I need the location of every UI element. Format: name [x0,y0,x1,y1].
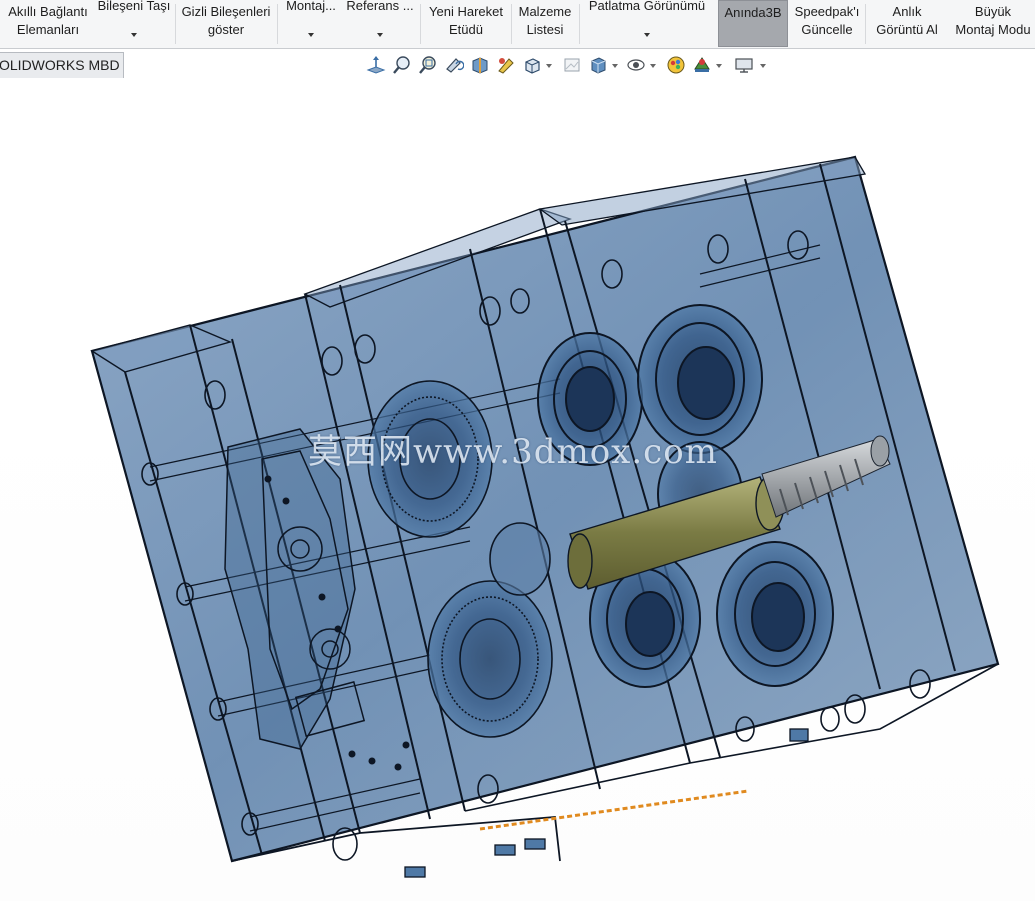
large-assembly-label: Büyük [974,4,1012,19]
heads-up-view-toolbar [364,55,774,77]
chevron-down-icon[interactable] [377,33,383,37]
smart-mates-button[interactable]: Akıllı Bağlantı Elemanları [0,0,96,47]
assembly-features-label: Montaj... [286,0,336,13]
chevron-down-icon[interactable] [760,64,766,68]
graphics-area[interactable]: 莫西网www.3dmox.com [0,49,1035,901]
snapshot-label: Anlık [892,4,922,19]
move-component-label: Bileşeni Taşı [97,0,171,13]
show-hidden-label: Gizli Bileşenleri [181,4,271,19]
previous-view-icon[interactable] [444,55,464,75]
new-motion-study-label-2: Etüdü [449,22,483,37]
move-component-button[interactable]: Bileşeni Taşı [96,0,172,47]
reference-geometry-label: Referans ... [346,0,414,13]
tab-solidworks-mbd[interactable]: OLIDWORKS MBD [0,52,124,78]
view-normal-to-icon[interactable] [366,55,386,75]
new-motion-study-button[interactable]: Yeni Hareket Etüdü [423,0,509,47]
bill-of-materials-label-2: Listesi [526,22,564,37]
ribbon-separator [579,4,580,44]
smart-mates-label-2: Elemanları [16,22,80,37]
snapshot-label-2: Görüntü Al [876,22,938,37]
new-motion-study-label: Yeni Hareket [429,4,503,19]
gearbox-assembly-model[interactable] [0,49,1035,901]
bill-of-materials-button[interactable]: Malzeme Listesi [513,0,577,47]
chevron-down-icon[interactable] [716,64,722,68]
watermark-text: 莫西网www.3dmox.com [308,432,718,472]
tab-mbd-label: OLIDWORKS MBD [0,57,120,73]
speedpak-label-2: Güncelle [801,22,853,37]
instant3d-button[interactable]: Anında3B [718,0,788,47]
chevron-down-icon[interactable] [650,64,656,68]
instant3d-label: Anında3B [724,5,782,20]
view-settings-icon[interactable] [692,55,712,75]
chevron-down-icon[interactable] [308,33,314,37]
chevron-down-icon[interactable] [644,33,650,37]
chevron-down-icon[interactable] [546,64,552,68]
show-hidden-components-button[interactable]: Gizli Bileşenleri göster [176,0,276,47]
ribbon-separator [277,4,278,44]
update-speedpak-button[interactable]: Speedpak'ı Güncelle [791,0,863,47]
zoom-to-area-icon[interactable] [418,55,438,75]
command-manager: Akıllı Bağlantı Elemanları Bileşeni Taşı… [0,0,1035,49]
ribbon-separator [511,4,512,44]
exploded-view-label: Patlatma Görünümü [588,0,706,13]
edit-appearance-icon[interactable] [626,55,646,75]
smart-mates-label: Akıllı Bağlantı [8,4,88,19]
display-style-icon[interactable] [562,55,582,75]
section-view-icon[interactable] [470,55,490,75]
speedpak-label: Speedpak'ı [794,4,860,19]
dynamic-annotation-icon[interactable] [496,55,516,75]
show-hidden-label-2: göster [207,22,245,37]
bill-of-materials-label: Malzeme [518,4,572,19]
chevron-down-icon[interactable] [131,33,137,37]
ribbon-separator [865,4,866,44]
take-snapshot-button[interactable]: Anlık Görüntü Al [868,0,946,47]
view-orientation-icon[interactable] [522,55,542,75]
zoom-to-fit-icon[interactable] [392,55,412,75]
large-assembly-mode-button[interactable]: Büyük Montaj Modu [948,0,1035,47]
apply-scene-icon[interactable] [666,55,686,75]
solidworks-window: Akıllı Bağlantı Elemanları Bileşeni Taşı… [0,0,1035,901]
assembly-features-button[interactable]: Montaj... [280,0,342,47]
hide-show-items-icon[interactable] [588,55,608,75]
exploded-view-button[interactable]: Patlatma Görünümü [581,0,713,47]
display-pane-icon[interactable] [734,55,754,75]
large-assembly-label-2: Montaj Modu [955,22,1031,37]
ribbon-separator [420,4,421,44]
reference-geometry-button[interactable]: Referans ... [344,0,416,47]
chevron-down-icon[interactable] [612,64,618,68]
